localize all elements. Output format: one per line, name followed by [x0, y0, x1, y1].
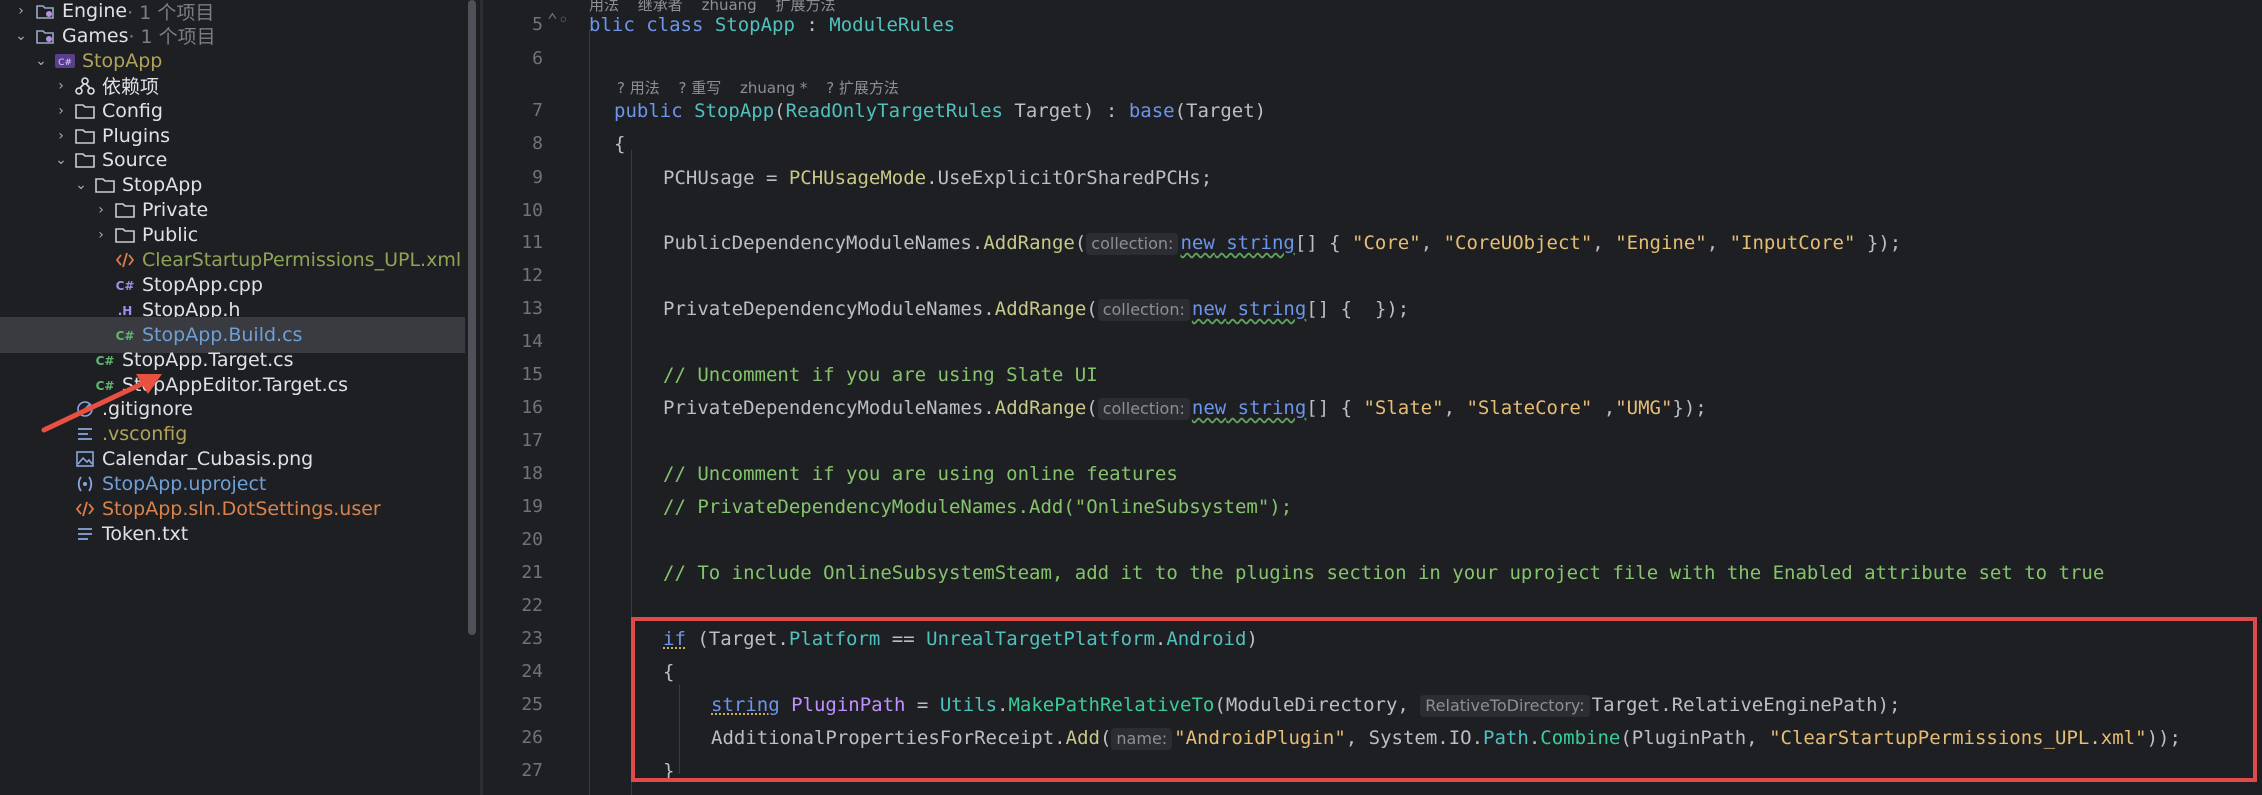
chevron-right-icon[interactable]: › — [54, 103, 68, 119]
chevron-down-icon[interactable]: ⌄ — [34, 53, 48, 69]
highlight-box — [631, 617, 2257, 782]
param-hint: collection: — [1097, 398, 1190, 420]
codelens-overrides[interactable]: ? 重写 — [679, 79, 722, 97]
svg-text:C#: C# — [116, 329, 135, 343]
line-number: 7 — [532, 100, 543, 121]
line-number: 21 — [521, 562, 543, 583]
codelens-usages[interactable]: ? 用法 — [617, 79, 660, 97]
line-number: 22 — [521, 595, 543, 616]
code-line-8: { — [614, 133, 626, 155]
annotation-arrow — [41, 374, 162, 433]
code-line-19: // PrivateDependencyModuleNames.Add("Onl… — [663, 496, 1293, 518]
chevron-down-icon[interactable]: ⌄ — [14, 28, 28, 44]
line-number: 10 — [521, 200, 543, 221]
line-number: 13 — [521, 298, 543, 319]
svg-text:C#: C# — [96, 354, 115, 368]
line-number: 18 — [521, 463, 543, 484]
svg-text:C#: C# — [116, 279, 135, 293]
chevron-down-icon[interactable]: ⌄ — [74, 177, 88, 193]
chevron-down-icon[interactable]: ⌄ — [54, 152, 68, 168]
code-line-13: PrivateDependencyModuleNames.AddRange(co… — [663, 298, 1410, 321]
line-number: 8 — [532, 133, 543, 154]
line-number: 24 — [521, 661, 543, 682]
line-number: 26 — [521, 727, 543, 748]
codelens-extensions[interactable]: 扩展方法 — [775, 0, 835, 14]
param-hint: collection: — [1097, 299, 1190, 321]
tree-item-label: Token.txt — [102, 522, 189, 545]
line-number: 11 — [521, 232, 543, 253]
text-file-icon — [74, 523, 96, 545]
code-line-21: // To include OnlineSubsystemSteam, add … — [663, 562, 2105, 584]
codelens-inheritors[interactable]: 继承者 — [638, 0, 683, 14]
line-number: 23 — [521, 628, 543, 649]
line-number: 16 — [521, 397, 543, 418]
codelens-constructor: ? 用法 ? 重写 zhuang * ? 扩展方法 — [617, 77, 913, 98]
chevron-right-icon[interactable]: › — [14, 3, 28, 19]
line-number: 5 — [532, 14, 543, 35]
line-gutter: 5 6 7 8 9 10 11 12 13 14 15 16 17 18 19 20 21 22 23 24 25 26 2… — [483, 0, 593, 795]
codelens-extensions[interactable]: ? 扩展方法 — [826, 79, 899, 97]
svg-text:C#: C# — [58, 58, 72, 68]
line-number: 14 — [521, 331, 543, 352]
line-number: 19 — [521, 496, 543, 517]
code-line-15: // Uncomment if you are using Slate UI — [663, 364, 1098, 386]
fold-icon[interactable]: ⌃◦ — [547, 10, 587, 31]
line-number: 20 — [521, 529, 543, 550]
line-number: 17 — [521, 430, 543, 451]
param-hint: collection: — [1086, 233, 1179, 255]
line-number: 9 — [532, 167, 543, 188]
svg-text:.H: .H — [118, 304, 133, 318]
code-line-11: PublicDependencyModuleNames.AddRange(col… — [663, 232, 1902, 255]
code-line-5: blic class StopApp : ModuleRules — [589, 14, 956, 36]
line-number: 12 — [521, 265, 543, 286]
codelens-author[interactable]: zhuang — [702, 0, 757, 14]
codelens-usages[interactable]: 用法 — [589, 0, 619, 14]
tree-item[interactable]: Token.txt — [0, 516, 465, 552]
line-number: 27 — [521, 760, 543, 781]
line-number: 25 — [521, 694, 543, 715]
sidebar-scrollbar[interactable] — [468, 0, 476, 635]
chevron-right-icon[interactable]: › — [94, 227, 108, 243]
code-line-16: PrivateDependencyModuleNames.AddRange(co… — [663, 397, 1707, 420]
chevron-right-icon[interactable]: › — [54, 128, 68, 144]
code-line-9: PCHUsage = PCHUsageMode.UseExplicitOrSha… — [663, 167, 1213, 189]
code-line-7: public StopApp(ReadOnlyTargetRules Targe… — [614, 100, 1267, 122]
indent-guide — [589, 30, 590, 795]
chevron-right-icon[interactable]: › — [54, 78, 68, 94]
chevron-right-icon[interactable]: › — [94, 202, 108, 218]
arrow-shaft — [41, 378, 151, 433]
codelens-author[interactable]: zhuang * — [740, 79, 807, 97]
line-number: 6 — [532, 48, 543, 69]
line-number: 15 — [521, 364, 543, 385]
codelens-top: 用法 继承者 zhuang 扩展方法 — [589, 0, 850, 15]
code-line-18: // Uncomment if you are using online fea… — [663, 463, 1178, 485]
